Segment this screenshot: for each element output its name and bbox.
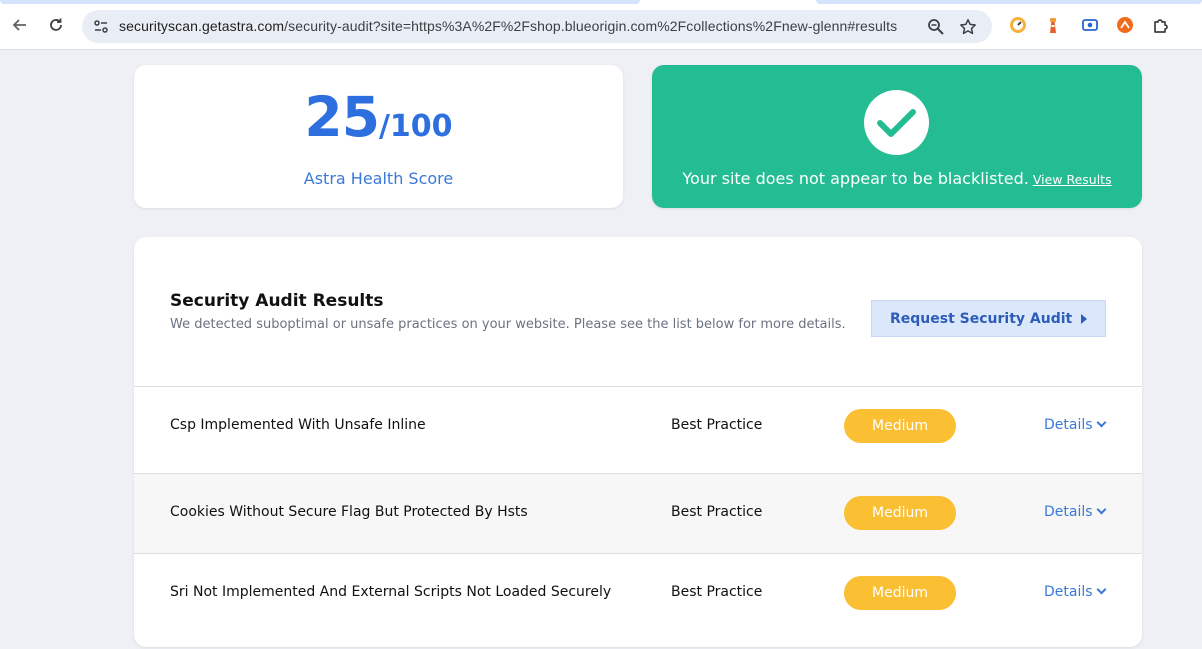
screen-recorder-extension-icon[interactable] (1080, 15, 1100, 35)
table-row: Sri Not Implemented And External Scripts… (134, 553, 1142, 633)
address-bar[interactable]: securityscan.getastra.com/security-audit… (82, 10, 992, 43)
caret-right-icon (1081, 314, 1087, 324)
severity-badge: Medium (844, 576, 956, 610)
request-audit-label: Request Security Audit (890, 311, 1073, 327)
details-toggle[interactable]: Details (1044, 504, 1106, 520)
security-audit-card: Security Audit Results We detected subop… (134, 237, 1142, 647)
details-toggle[interactable]: Details (1044, 417, 1106, 433)
blacklist-status-card: Your site does not appear to be blacklis… (652, 65, 1142, 208)
request-security-audit-button[interactable]: Request Security Audit (871, 300, 1106, 337)
severity-badge: Medium (844, 409, 956, 443)
tab-strip-edge (0, 0, 640, 4)
tab-strip-edge (816, 0, 1202, 4)
table-row: Cookies Without Secure Flag But Protecte… (134, 473, 1142, 553)
blacklist-text: Your site does not appear to be blacklis… (682, 169, 1029, 188)
reload-icon[interactable] (46, 15, 66, 35)
back-arrow-icon[interactable] (10, 15, 30, 35)
severity-badge: Medium (844, 496, 956, 530)
issue-name: Cookies Without Secure Flag But Protecte… (170, 504, 528, 520)
orange-extension-icon[interactable] (1115, 15, 1135, 35)
url-host: securityscan.getastra.com (119, 18, 285, 34)
audit-title: Security Audit Results (170, 291, 384, 311)
health-score-card: 25/100 Astra Health Score (134, 65, 623, 208)
puzzle-icon[interactable] (1152, 15, 1172, 35)
chevron-down-icon (1096, 504, 1106, 515)
blacklist-message: Your site does not appear to be blacklis… (652, 169, 1142, 188)
check-icon (864, 90, 929, 155)
lighthouse-extension-icon[interactable] (1043, 15, 1063, 35)
issue-name: Csp Implemented With Unsafe Inline (170, 417, 426, 433)
audit-subtitle: We detected suboptimal or unsafe practic… (170, 317, 846, 332)
speedometer-extension-icon[interactable] (1008, 15, 1028, 35)
zoom-icon[interactable] (927, 18, 945, 36)
health-score-label: Astra Health Score (303, 169, 454, 188)
health-score-value: 25/100 (134, 85, 623, 149)
details-label: Details (1044, 417, 1093, 433)
details-toggle[interactable]: Details (1044, 584, 1106, 600)
star-icon[interactable] (959, 18, 977, 36)
details-label: Details (1044, 504, 1093, 520)
issue-name: Sri Not Implemented And External Scripts… (170, 584, 612, 600)
details-label: Details (1044, 584, 1093, 600)
score-max: /100 (378, 109, 453, 144)
issue-category: Best Practice (671, 417, 763, 433)
view-results-link[interactable]: View Results (1033, 172, 1112, 187)
score-number: 25 (304, 85, 380, 149)
chevron-down-icon (1096, 417, 1106, 428)
site-info-icon[interactable] (92, 18, 110, 36)
url-path: /security-audit?site=https%3A%2F%2Fshop.… (284, 18, 898, 34)
issue-category: Best Practice (671, 584, 763, 600)
issue-category: Best Practice (671, 504, 763, 520)
browser-toolbar: securityscan.getastra.com/security-audit… (0, 0, 1202, 50)
table-row: Csp Implemented With Unsafe Inline Best … (134, 386, 1142, 466)
chevron-down-icon (1096, 584, 1106, 595)
url-text[interactable]: securityscan.getastra.com/security-audit… (119, 18, 897, 34)
